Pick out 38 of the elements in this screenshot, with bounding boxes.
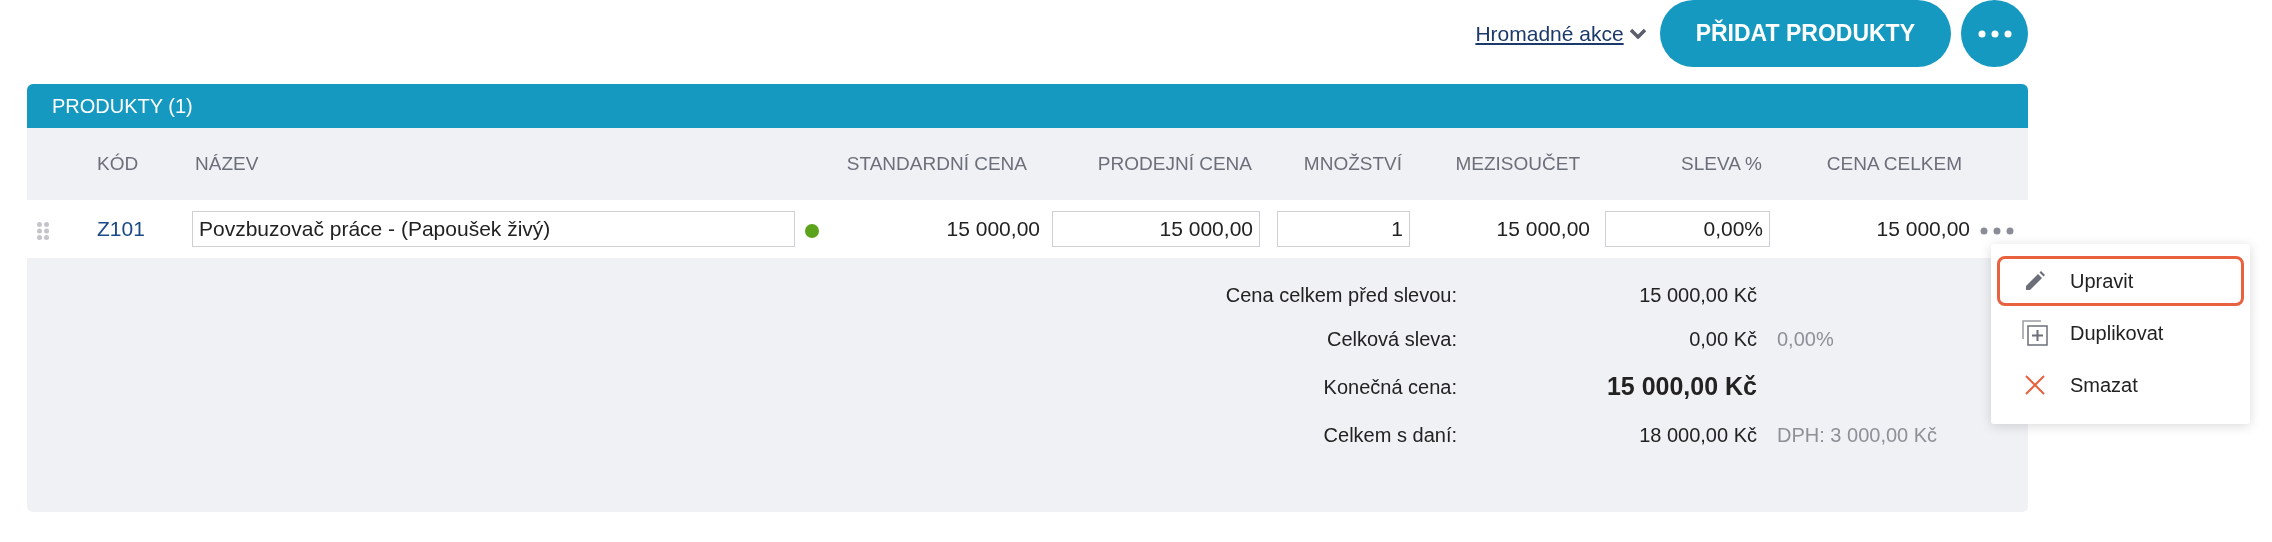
table-cell: 15 000,00	[1496, 217, 1590, 241]
column-header: CENA CELKEM	[1826, 152, 1962, 174]
discount-field[interactable]: 0,00%	[1605, 211, 1770, 247]
summary-label: Konečná cena:	[1323, 375, 1457, 398]
summary-note: DPH: 3 000,00 Kč	[1777, 423, 1938, 446]
product-name-field[interactable]: Povzbuzovač práce - (Papoušek živý)	[192, 211, 795, 247]
summary-note: 0,00%	[1777, 328, 1834, 350]
sale-price-field[interactable]: 15 000,00	[1052, 211, 1260, 247]
summary-label: Cena celkem před slevou:	[1225, 284, 1457, 306]
panel-header: PRODUKTY (1)	[27, 84, 2028, 128]
column-header: STANDARDNÍ CENA	[846, 152, 1027, 174]
column-header: KÓD	[97, 152, 139, 174]
duplicate-icon	[2022, 320, 2048, 346]
summary-label: Celkem s daní:	[1323, 423, 1457, 446]
more-icon[interactable]	[1977, 29, 2012, 38]
row-actions-icon[interactable]	[1980, 226, 2014, 235]
column-header: MNOŽSTVÍ	[1303, 152, 1402, 174]
summary-label: Celková sleva:	[1326, 328, 1457, 350]
summary-value: 0,00 Kč	[1689, 328, 1757, 350]
quantity-field[interactable]: 1	[1277, 211, 1410, 247]
column-header: SLEVA %	[1681, 152, 1762, 174]
table-cell: 15 000,00	[946, 217, 1040, 241]
pencil-icon	[2024, 270, 2046, 292]
column-header: PRODEJNÍ CENA	[1097, 152, 1252, 174]
summary-value: 18 000,00 Kč	[1639, 423, 1757, 446]
column-header: NÁZEV	[195, 152, 259, 174]
menu-item[interactable]: Upravit	[1997, 256, 2244, 306]
column-header: MEZISOUČET	[1455, 152, 1580, 174]
summary-value: 15 000,00 Kč	[1606, 372, 1757, 400]
chevron-down-icon[interactable]	[1629, 28, 1646, 39]
menu-item[interactable]: Smazat	[1997, 360, 2244, 410]
drag-handle-icon[interactable]	[37, 221, 49, 240]
close-icon	[2025, 375, 2045, 395]
bulk-actions-link[interactable]: Hromadné akce	[1475, 17, 1624, 50]
menu-item[interactable]: Duplikovat	[1997, 308, 2244, 358]
summary-value: 15 000,00 Kč	[1639, 284, 1757, 306]
table-cell: 15 000,00	[1876, 217, 1970, 241]
product-code-link[interactable]: Z101	[97, 217, 145, 241]
